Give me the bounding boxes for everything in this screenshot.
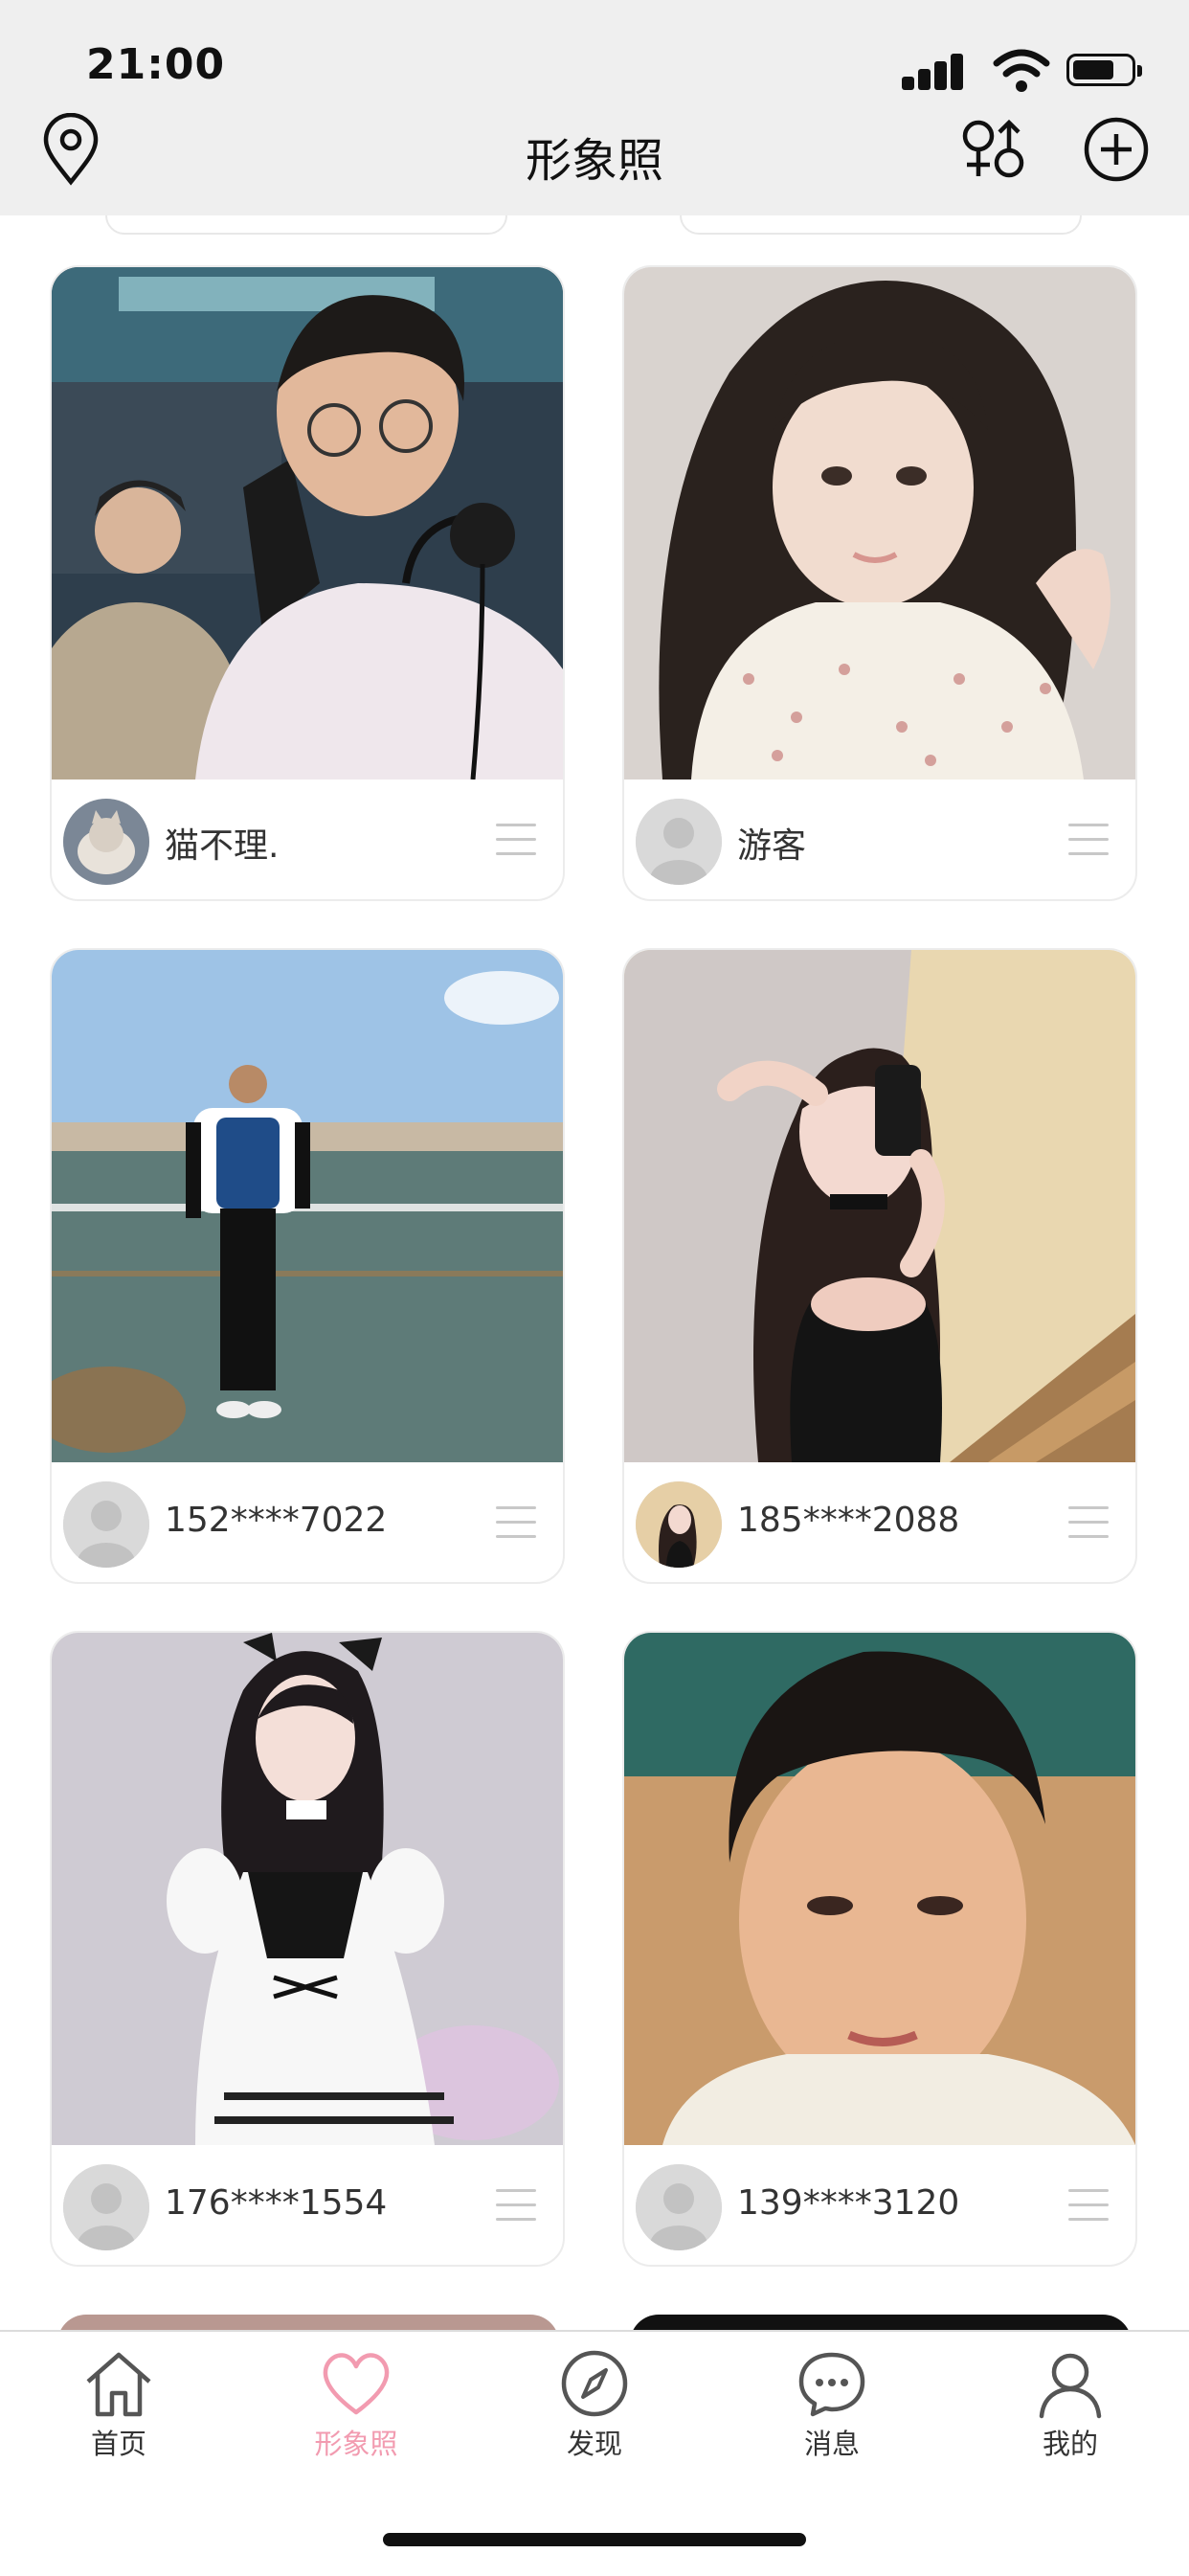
card-footer: 185****2088 — [624, 1462, 1135, 1582]
username: 152****7022 — [165, 1501, 388, 1540]
menu-icon[interactable] — [496, 1506, 536, 1539]
photo-card[interactable]: 152****7022 — [50, 948, 565, 1584]
card-footer: 139****3120 — [624, 2145, 1135, 2265]
username: 游客 — [737, 826, 807, 866]
card-photo[interactable] — [624, 1633, 1135, 2145]
username: 176****1554 — [165, 2183, 388, 2223]
tab-label: 发现 — [566, 2428, 622, 2460]
menu-icon[interactable] — [496, 2189, 536, 2222]
card-footer: 152****7022 — [52, 1462, 563, 1582]
gender-filter-icon[interactable] — [957, 113, 1030, 186]
battery-icon — [1066, 54, 1142, 86]
card-footer: 176****1554 — [52, 2145, 563, 2265]
tab-label: 首页 — [90, 2428, 146, 2460]
menu-icon[interactable] — [496, 824, 536, 856]
menu-icon[interactable] — [1068, 824, 1109, 856]
status-time: 21:00 — [86, 40, 226, 89]
photo-card[interactable]: 猫不理. — [50, 265, 565, 901]
top-bar: 21:00 形象照 — [0, 0, 1189, 215]
card-photo[interactable] — [624, 950, 1135, 1462]
wifi-icon — [993, 49, 1050, 92]
photo-card[interactable]: 游客 — [622, 265, 1137, 901]
tab-label: 形象照 — [314, 2428, 398, 2460]
avatar[interactable] — [636, 1481, 722, 1568]
menu-icon[interactable] — [1068, 2189, 1109, 2222]
photo-card[interactable]: 185****2088 — [622, 948, 1137, 1584]
heart-icon — [323, 2353, 390, 2415]
username: 139****3120 — [737, 2183, 960, 2223]
home-icon — [86, 2352, 151, 2417]
home-indicator[interactable] — [383, 2533, 806, 2546]
username: 猫不理. — [165, 826, 280, 866]
card-photo[interactable] — [52, 1633, 563, 2145]
avatar[interactable] — [636, 2164, 722, 2250]
tab-profile[interactable]: 我的 — [994, 2345, 1147, 2489]
tab-label: 消息 — [803, 2428, 860, 2460]
username: 185****2088 — [737, 1501, 960, 1540]
tab-discover[interactable]: 发现 — [518, 2345, 671, 2489]
previous-card-edge — [105, 215, 507, 235]
photo-card[interactable]: 139****3120 — [622, 1631, 1137, 2267]
photo-feed[interactable]: 猫不理. 游客 152****7022 185****2088 176****1… — [0, 215, 1189, 2330]
previous-card-edge — [680, 215, 1082, 235]
card-photo[interactable] — [52, 267, 563, 780]
card-photo[interactable] — [52, 950, 563, 1462]
card-footer: 猫不理. — [52, 780, 563, 899]
tab-portrait[interactable]: 形象照 — [280, 2345, 433, 2489]
status-icons — [902, 48, 1151, 96]
avatar[interactable] — [63, 1481, 149, 1568]
avatar[interactable] — [636, 799, 722, 885]
tab-messages[interactable]: 消息 — [755, 2345, 909, 2489]
add-circle-icon[interactable] — [1080, 113, 1153, 186]
tab-label: 我的 — [1042, 2428, 1098, 2460]
photo-card[interactable]: 176****1554 — [50, 1631, 565, 2267]
tab-home[interactable]: 首页 — [42, 2345, 195, 2489]
cellular-signal-icon — [902, 52, 978, 90]
compass-icon — [561, 2350, 628, 2417]
avatar[interactable] — [63, 799, 149, 885]
person-icon — [1039, 2353, 1102, 2419]
chat-icon — [798, 2352, 865, 2417]
menu-icon[interactable] — [1068, 1506, 1109, 1539]
card-photo[interactable] — [624, 267, 1135, 780]
avatar[interactable] — [63, 2164, 149, 2250]
card-footer: 游客 — [624, 780, 1135, 899]
